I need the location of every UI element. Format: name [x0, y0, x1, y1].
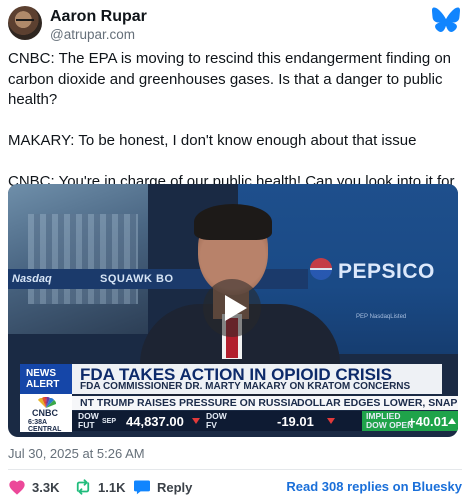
repost-icon: [76, 479, 90, 495]
crawl-item: NT TRUMP RAISES PRESSURE ON RUSSIA: [80, 397, 299, 409]
divider: [8, 469, 462, 470]
post-header: Aaron Rupar @atrupar.com: [8, 6, 462, 42]
squawk-label: SQUAWK BO: [100, 273, 174, 285]
down-arrow-icon: [192, 418, 200, 424]
news-lower-third: NEWS ALERT FDA TAKES ACTION IN OPIOID CR…: [8, 364, 458, 437]
play-button-icon[interactable]: [203, 279, 261, 337]
market-value: +40.01: [408, 414, 449, 429]
speech-bubble-icon: [134, 480, 150, 495]
post-paragraph: MAKARY: To be honest, I don't know enoug…: [8, 132, 417, 149]
repost-button[interactable]: 1.1K: [74, 478, 125, 496]
peacock-logo-icon: [38, 397, 56, 408]
reply-button[interactable]: Reply: [133, 478, 192, 496]
market-ticker: DOW FUT SEP 44,837.00 DOW FV -19.01 IMPLIE…: [72, 411, 458, 431]
headline-box: FDA TAKES ACTION IN OPIOID CRISIS FDA CO…: [72, 364, 442, 394]
bluesky-butterfly-icon[interactable]: [432, 7, 460, 33]
cnbc-bug: CNBC 6:38A CENTRAL: [20, 394, 72, 433]
post-paragraph: CNBC: The EPA is moving to rescind this …: [8, 50, 452, 108]
person-hair: [194, 204, 272, 240]
cnbc-time: 6:38A CENTRAL: [28, 419, 62, 433]
market-value: 44,837.00: [126, 414, 184, 429]
pepsico-sub-label: PEP NasdaqListed: [356, 314, 407, 320]
video-player[interactable]: Nasdaq SQUAWK BO PEPSICO PEP NasdaqListe…: [8, 184, 458, 437]
repost-count: 1.1K: [98, 479, 126, 495]
down-arrow-icon: [327, 418, 335, 424]
video-background-buildings: [28, 214, 138, 304]
market-label: IMPLIED DOW OPEN: [366, 411, 414, 430]
author-avatar[interactable]: [8, 6, 42, 40]
crawl-item: DOLLAR EDGES LOWER, SNAPP: [297, 397, 458, 409]
cnbc-label: CNBC: [32, 408, 58, 418]
post-actions: 3.3K 1.1K Reply Read 308 replies on Blue…: [8, 478, 462, 496]
author-name[interactable]: Aaron Rupar: [50, 8, 147, 26]
market-month: SEP: [102, 418, 117, 425]
read-replies-link[interactable]: Read 308 replies on Bluesky: [286, 479, 462, 494]
up-arrow-icon: [448, 418, 456, 424]
market-value: -19.01: [277, 414, 314, 429]
post-timestamp[interactable]: Jul 30, 2025 at 5:26 AM: [8, 446, 145, 461]
pepsico-logo-icon: [310, 258, 332, 280]
like-count: 3.3K: [32, 479, 60, 495]
nasdaq-label: Nasdaq: [12, 273, 52, 285]
market-label: DOW FUT: [78, 411, 99, 430]
market-implied-box: IMPLIED DOW OPEN +40.01: [362, 411, 458, 431]
market-label: DOW FV: [206, 411, 227, 430]
like-button[interactable]: 3.3K: [8, 478, 59, 496]
news-subhead: FDA COMMISSIONER DR. MARTY MAKARY ON KRA…: [80, 381, 411, 392]
author-handle[interactable]: @atrupar.com: [50, 27, 135, 42]
news-alert-badge: NEWS ALERT: [20, 364, 72, 394]
heart-icon: [9, 480, 25, 495]
news-crawl: NT TRUMP RAISES PRESSURE ON RUSSIA DOLLA…: [72, 396, 458, 410]
reply-label: Reply: [157, 479, 193, 495]
pepsico-label: PEPSICO: [338, 260, 435, 283]
